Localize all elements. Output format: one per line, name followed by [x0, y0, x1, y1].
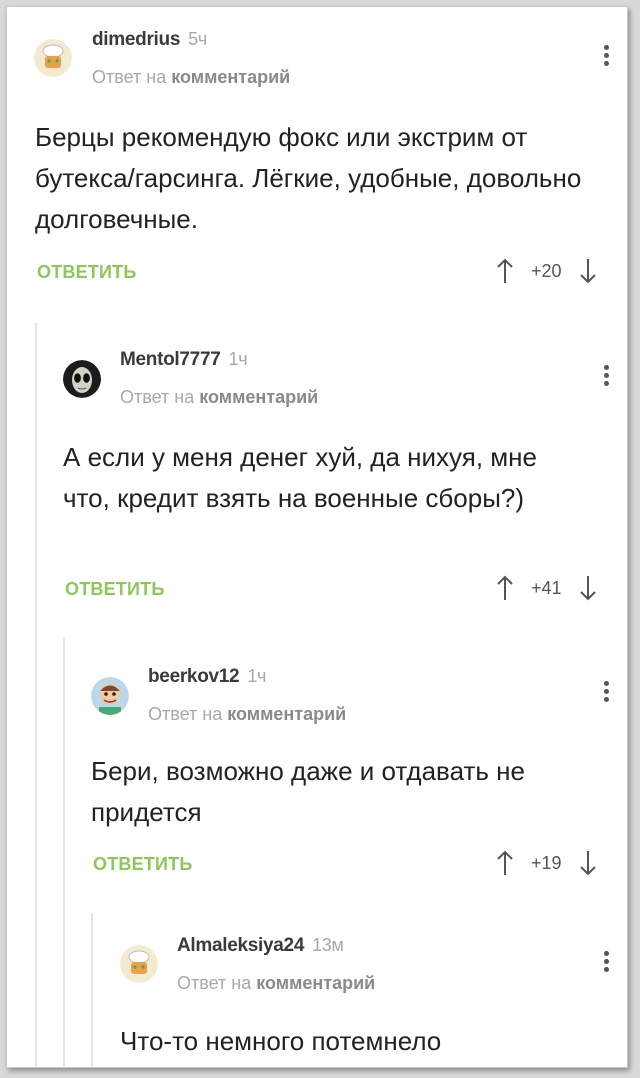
vote-controls: +19: [495, 849, 598, 877]
comment-author[interactable]: Mentol7777 1ч: [120, 349, 248, 371]
author-name[interactable]: Mentol7777: [120, 349, 221, 370]
more-options-icon[interactable]: [599, 949, 613, 977]
reply-target-link[interactable]: комментарий: [227, 704, 346, 724]
downvote-arrow-icon[interactable]: [578, 849, 598, 877]
comment: Almaleksiya24 13м Ответ на комментарий Чт…: [7, 917, 627, 1067]
upvote-arrow-icon[interactable]: [495, 574, 515, 602]
comment: beerkov12 1ч Ответ на комментарий Бери, в…: [7, 647, 627, 897]
reply-target-link[interactable]: комментарий: [199, 387, 318, 407]
reply-target-link[interactable]: комментарий: [256, 973, 375, 993]
reply-to-label: Ответ на комментарий: [177, 973, 375, 994]
comment-body: Что-то немного потемнело: [120, 1026, 442, 1056]
more-options-icon[interactable]: [599, 679, 613, 707]
vote-score: +20: [531, 260, 562, 281]
vote-score: +19: [531, 852, 562, 873]
comment-time: 13м: [312, 935, 344, 955]
comment-body: А если у меня денег хуй, да нихуя, мне ч…: [63, 442, 537, 513]
comment-body: Берцы рекомендую фокс или экстрим от бут…: [35, 122, 582, 234]
reply-button[interactable]: ОТВЕТИТЬ: [93, 854, 192, 875]
reply-to-label: Ответ на комментарий: [120, 387, 318, 408]
reply-prefix: Ответ на: [92, 67, 167, 87]
downvote-arrow-icon[interactable]: [578, 257, 598, 285]
reply-to-label: Ответ на комментарий: [148, 704, 346, 725]
vote-controls: +20: [495, 257, 598, 285]
vote-score: +41: [531, 577, 562, 598]
chef-avatar-icon[interactable]: [120, 945, 158, 983]
comment-thread: dimedrius 5ч Ответ на комментарий Берцы р…: [6, 6, 628, 1068]
comment-time: 1ч: [228, 349, 248, 369]
upvote-arrow-icon[interactable]: [495, 257, 515, 285]
comment-author[interactable]: Almaleksiya24 13м: [177, 935, 344, 957]
reply-to-label: Ответ на комментарий: [92, 67, 290, 88]
more-options-icon[interactable]: [599, 363, 613, 391]
vote-controls: +41: [495, 574, 598, 602]
comment: dimedrius 5ч Ответ на комментарий Берцы р…: [7, 7, 627, 307]
reply-target-link[interactable]: комментарий: [171, 67, 290, 87]
reply-prefix: Ответ на: [177, 973, 252, 993]
author-name[interactable]: Almaleksiya24: [177, 935, 304, 956]
reply-prefix: Ответ на: [120, 387, 195, 407]
chef-avatar-icon[interactable]: [34, 39, 72, 77]
comment-body: Бери, возможно даже и отдавать не придет…: [91, 756, 525, 827]
cartoon-avatar-icon[interactable]: [91, 677, 129, 715]
alien-avatar-icon[interactable]: [63, 360, 101, 398]
reply-prefix: Ответ на: [148, 704, 223, 724]
upvote-arrow-icon[interactable]: [495, 849, 515, 877]
comment-time: 5ч: [188, 29, 207, 49]
more-options-icon[interactable]: [599, 43, 613, 71]
comment-time: 1ч: [247, 666, 267, 686]
comment-author[interactable]: dimedrius 5ч: [92, 29, 207, 51]
comment: Mentol7777 1ч Ответ на комментарий А если…: [7, 327, 627, 627]
reply-button[interactable]: ОТВЕТИТЬ: [37, 262, 136, 283]
author-name[interactable]: dimedrius: [92, 29, 180, 50]
reply-button[interactable]: ОТВЕТИТЬ: [65, 579, 164, 600]
comment-author[interactable]: beerkov12 1ч: [148, 666, 266, 688]
downvote-arrow-icon[interactable]: [578, 574, 598, 602]
author-name[interactable]: beerkov12: [148, 666, 240, 687]
